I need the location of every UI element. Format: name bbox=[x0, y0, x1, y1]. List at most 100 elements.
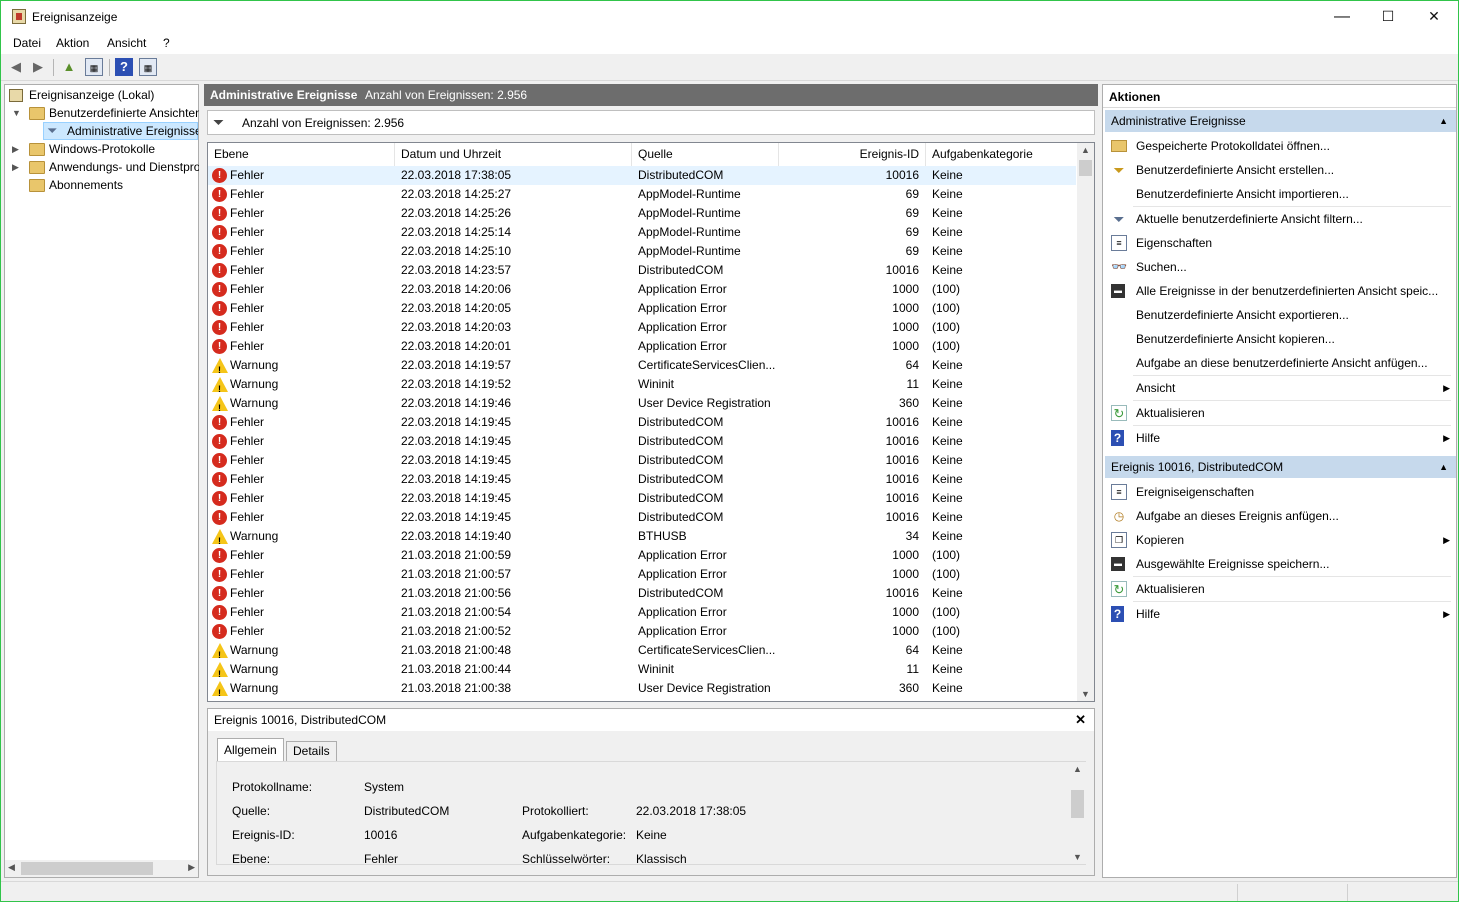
scroll-down-icon[interactable]: ▼ bbox=[1073, 852, 1082, 862]
table-row[interactable]: ! Fehler 22.03.2018 14:20:03 Application Er… bbox=[208, 318, 1076, 337]
menu-help[interactable]: ? bbox=[163, 36, 170, 50]
menu-datei[interactable]: Datei bbox=[13, 36, 41, 50]
section-selected-event[interactable]: Ereignis 10016, DistributedCOM ▲ bbox=[1105, 456, 1456, 478]
table-row[interactable]: ! Warnung 22.03.2018 14:19:46 User Device R… bbox=[208, 394, 1076, 413]
column-header-task-category[interactable]: Aufgabenkategorie bbox=[926, 143, 1076, 166]
table-row[interactable]: ! Fehler 22.03.2018 14:20:06 Application Er… bbox=[208, 280, 1076, 299]
folder-up-icon[interactable]: ▲ bbox=[60, 58, 78, 76]
expand-chevron-icon[interactable]: ▶ bbox=[12, 158, 19, 176]
close-detail-icon[interactable]: ✕ bbox=[1075, 709, 1086, 731]
level-cell: Fehler bbox=[230, 206, 265, 220]
collapse-caret-icon[interactable]: ▲ bbox=[1439, 456, 1448, 478]
menu-ansicht[interactable]: Ansicht bbox=[107, 36, 146, 50]
action-attach-task-to-view[interactable]: Aufgabe an diese benutzerdefinierte Ansi… bbox=[1105, 351, 1454, 375]
table-row[interactable]: ! Warnung 22.03.2018 14:19:57 CertificateSe… bbox=[208, 356, 1076, 375]
expand-chevron-icon[interactable]: ▶ bbox=[12, 140, 19, 158]
table-row[interactable]: ! Fehler 21.03.2018 21:00:57 Application Er… bbox=[208, 565, 1076, 584]
action-copy-custom-view[interactable]: Benutzerdefinierte Ansicht kopieren... bbox=[1105, 327, 1454, 351]
table-row[interactable]: ! Warnung 21.03.2018 21:00:44 Wininit 11 Kein… bbox=[208, 660, 1076, 679]
section-administrative-events[interactable]: Administrative Ereignisse ▲ bbox=[1105, 110, 1456, 132]
help-icon[interactable]: ? bbox=[115, 58, 133, 76]
column-header-date[interactable]: Datum und Uhrzeit bbox=[395, 143, 632, 166]
expand-chevron-icon[interactable]: ▼ bbox=[12, 104, 21, 122]
table-row[interactable]: ! Warnung 21.03.2018 21:00:38 User Device R… bbox=[208, 679, 1076, 698]
menu-aktion[interactable]: Aktion bbox=[56, 36, 89, 50]
action-help-submenu[interactable]: ? Hilfe ▶ bbox=[1105, 426, 1454, 450]
tree-node-custom-views[interactable]: ▼ Benutzerdefinierte Ansichten bbox=[9, 104, 199, 122]
table-row[interactable]: ! Fehler 22.03.2018 14:23:57 DistributedCOM… bbox=[208, 261, 1076, 280]
detail-vertical-scrollbar[interactable]: ▲ ▼ bbox=[1069, 762, 1086, 864]
filter-create-icon: ⏷ bbox=[1113, 162, 1125, 178]
collapse-caret-icon[interactable]: ▲ bbox=[1439, 110, 1448, 132]
tab-details[interactable]: Details bbox=[286, 741, 337, 761]
tree-node-app-logs[interactable]: ▶ Anwendungs- und Dienstprotokolle bbox=[9, 158, 199, 176]
tree-node-admin-events[interactable]: ⏷ Administrative Ereignisse bbox=[5, 122, 198, 140]
action-copy-submenu[interactable]: ❐ Kopieren ▶ bbox=[1105, 528, 1454, 552]
maximize-button[interactable]: ☐ bbox=[1365, 1, 1411, 32]
table-row[interactable]: ! Warnung 22.03.2018 14:19:52 Wininit 11 Kein… bbox=[208, 375, 1076, 394]
table-row[interactable]: ! Fehler 21.03.2018 21:00:52 Application Er… bbox=[208, 622, 1076, 641]
action-properties[interactable]: ≡ Eigenschaften bbox=[1105, 231, 1454, 255]
action-find[interactable]: 👓 Suchen... bbox=[1105, 255, 1454, 279]
action-save-all-events[interactable]: ▬ Alle Ereignisse in der benutzerdefinie… bbox=[1105, 279, 1454, 303]
table-row[interactable]: ! Fehler 21.03.2018 21:00:54 Application Er… bbox=[208, 603, 1076, 622]
action-filter-custom-view[interactable]: ⏷ Aktuelle benutzerdefinierte Ansicht fi… bbox=[1105, 207, 1454, 231]
action-refresh-event[interactable]: ↻ Aktualisieren bbox=[1105, 577, 1454, 601]
scroll-left-icon[interactable]: ◀ bbox=[8, 862, 15, 873]
back-arrow-icon[interactable]: ◀ bbox=[7, 58, 25, 76]
table-row[interactable]: ! Fehler 22.03.2018 14:25:26 AppModel-Runti… bbox=[208, 204, 1076, 223]
tree-node-root[interactable]: Ereignisanzeige (Lokal) bbox=[9, 86, 199, 104]
action-save-selected-events[interactable]: ▬ Ausgewählte Ereignisse speichern... bbox=[1105, 552, 1454, 576]
forward-arrow-icon[interactable]: ▶ bbox=[29, 58, 47, 76]
tab-general[interactable]: Allgemein bbox=[217, 738, 284, 762]
table-row[interactable]: ! Fehler 21.03.2018 21:00:59 Application Er… bbox=[208, 546, 1076, 565]
column-header-level[interactable]: Ebene bbox=[208, 143, 395, 166]
table-row[interactable]: ! Fehler 22.03.2018 14:25:27 AppModel-Runti… bbox=[208, 185, 1076, 204]
table-row[interactable]: ! Fehler 22.03.2018 14:19:45 DistributedCOM… bbox=[208, 470, 1076, 489]
scroll-right-icon[interactable]: ▶ bbox=[188, 862, 195, 873]
scroll-up-icon[interactable]: ▲ bbox=[1081, 145, 1090, 155]
action-open-saved-log[interactable]: Gespeicherte Protokolldatei öffnen... bbox=[1105, 134, 1454, 158]
action-view-submenu[interactable]: Ansicht ▶ bbox=[1105, 376, 1454, 400]
tree-horizontal-scrollbar[interactable]: ◀ ▶ bbox=[5, 860, 198, 877]
scrollbar-thumb[interactable] bbox=[1079, 160, 1092, 176]
table-row[interactable]: ! Fehler 22.03.2018 14:20:01 Application Er… bbox=[208, 337, 1076, 356]
scrollbar-thumb[interactable] bbox=[21, 862, 153, 875]
action-export-custom-view[interactable]: Benutzerdefinierte Ansicht exportieren..… bbox=[1105, 303, 1454, 327]
table-row[interactable]: ! Fehler 22.03.2018 14:25:10 AppModel-Runti… bbox=[208, 242, 1076, 261]
action-create-custom-view[interactable]: ⏷ Benutzerdefinierte Ansicht erstellen..… bbox=[1105, 158, 1454, 182]
action-event-properties[interactable]: ≡ Ereigniseigenschaften bbox=[1105, 480, 1454, 504]
scrollbar-thumb[interactable] bbox=[1071, 790, 1084, 818]
event-list[interactable]: Ebene Datum und Uhrzeit Quelle Ereignis-… bbox=[207, 142, 1095, 702]
minimize-button[interactable]: — bbox=[1319, 1, 1365, 32]
table-row[interactable]: ! Fehler 21.03.2018 21:00:56 DistributedCOM… bbox=[208, 584, 1076, 603]
scroll-up-icon[interactable]: ▲ bbox=[1073, 764, 1082, 774]
tree-node-subscriptions[interactable]: Abonnements bbox=[9, 176, 199, 194]
level-cell: Fehler bbox=[230, 301, 265, 315]
table-row[interactable]: ! Fehler 22.03.2018 14:20:05 Application Er… bbox=[208, 299, 1076, 318]
event-id-cell: 10016 bbox=[885, 472, 919, 486]
event-list-vertical-scrollbar[interactable]: ▲ ▼ bbox=[1077, 143, 1094, 701]
show-hide-action-pane-icon[interactable]: ▦ bbox=[139, 58, 157, 76]
event-id-cell: 360 bbox=[898, 396, 919, 410]
table-row[interactable]: ! Warnung 22.03.2018 14:19:40 BTHUSB 34 Keine bbox=[208, 527, 1076, 546]
source-cell: DistributedCOM bbox=[638, 453, 724, 467]
column-header-event-id[interactable]: Ereignis-ID bbox=[779, 143, 926, 166]
close-button[interactable]: ✕ bbox=[1411, 1, 1457, 32]
table-row[interactable]: ! Fehler 22.03.2018 14:25:14 AppModel-Runti… bbox=[208, 223, 1076, 242]
table-row[interactable]: ! Fehler 22.03.2018 14:19:45 DistributedCOM… bbox=[208, 508, 1076, 527]
table-row[interactable]: ! Fehler 22.03.2018 17:38:05 DistributedCOM… bbox=[208, 166, 1076, 185]
table-row[interactable]: ! Fehler 22.03.2018 14:19:45 DistributedCOM… bbox=[208, 432, 1076, 451]
show-hide-tree-icon[interactable]: ▦ bbox=[85, 58, 103, 76]
action-attach-task-to-event[interactable]: ◷ Aufgabe an dieses Ereignis anfügen... bbox=[1105, 504, 1454, 528]
action-import-custom-view[interactable]: Benutzerdefinierte Ansicht importieren..… bbox=[1105, 182, 1454, 206]
table-row[interactable]: ! Warnung 21.03.2018 21:00:48 CertificateSe… bbox=[208, 641, 1076, 660]
action-refresh[interactable]: ↻ Aktualisieren bbox=[1105, 401, 1454, 425]
scroll-down-icon[interactable]: ▼ bbox=[1081, 689, 1090, 699]
column-header-source[interactable]: Quelle bbox=[632, 143, 779, 166]
table-row[interactable]: ! Fehler 22.03.2018 14:19:45 DistributedCOM… bbox=[208, 451, 1076, 470]
action-help-event-submenu[interactable]: ? Hilfe ▶ bbox=[1105, 602, 1454, 626]
table-row[interactable]: ! Fehler 22.03.2018 14:19:45 DistributedCOM… bbox=[208, 489, 1076, 508]
tree-node-windows-logs[interactable]: ▶ Windows-Protokolle bbox=[9, 140, 199, 158]
table-row[interactable]: ! Fehler 22.03.2018 14:19:45 DistributedCOM… bbox=[208, 413, 1076, 432]
